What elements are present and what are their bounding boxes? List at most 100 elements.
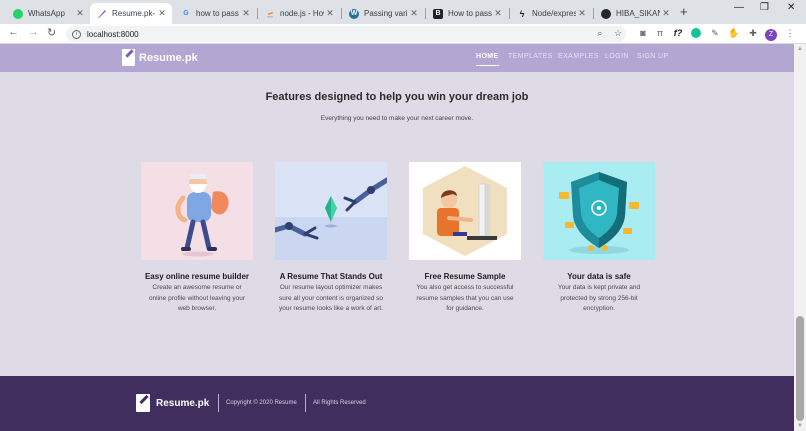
feature-desc-3: You also get access to successful resume… xyxy=(398,283,532,315)
tab-how-to-pass[interactable]: B How to pass v ✕ xyxy=(426,3,508,24)
scrollbar-thumb[interactable] xyxy=(796,316,804,421)
desc-line: Your data is kept private and xyxy=(557,284,641,291)
feature-desc-4: Your data is kept private and protected … xyxy=(532,283,666,315)
close-icon[interactable]: ✕ xyxy=(324,8,336,19)
pi-icon[interactable]: π xyxy=(654,28,666,38)
data-safe-shield-illustration xyxy=(543,162,655,260)
desc-line: online profile without leaving your xyxy=(148,294,246,302)
page-scrollbar[interactable]: ▲ ▼ xyxy=(794,44,806,431)
pen-tool-icon[interactable]: ✎ xyxy=(709,28,721,39)
kebab-menu-icon[interactable]: ⋮ xyxy=(784,28,796,39)
close-icon[interactable]: ✕ xyxy=(156,8,168,19)
web-page: Resume.pk HOME TEMPLATES EXAMPLES LOGIN … xyxy=(0,44,794,431)
scroll-down-icon[interactable]: ▼ xyxy=(797,423,803,429)
reload-icon[interactable]: ↻ xyxy=(47,26,56,39)
tab-title: HIBA_SIKAND xyxy=(616,9,660,18)
url-text: localhost:8000 xyxy=(87,29,139,39)
browser-toolbar: ← → ↻ i localhost:8000 ⌕ ☆ ◙ π f? ✎ ✋ ✚ … xyxy=(0,24,806,44)
close-icon[interactable]: ✕ xyxy=(492,8,504,19)
desc-line: encryption. xyxy=(583,305,615,312)
tab-strip: WhatsApp ✕ Resume.pk- H ✕ G how to pass … xyxy=(0,0,806,24)
close-icon[interactable]: ✕ xyxy=(660,8,672,19)
feature-desc-2: Our resume layout optimizer makes sure a… xyxy=(264,283,398,315)
bold-b-icon: B xyxy=(433,8,443,19)
back-icon[interactable]: ← xyxy=(8,26,19,38)
nav-templates[interactable]: TEMPLATES xyxy=(508,53,553,60)
desc-line: Our resume layout optimizer makes xyxy=(279,284,383,291)
desc-line: Create an awesome resume or xyxy=(152,284,242,291)
thumbs-up-icon[interactable]: ✋ xyxy=(728,28,740,39)
tab-title: node.js - How xyxy=(280,9,324,18)
forward-icon[interactable]: → xyxy=(28,26,39,38)
desc-line: your resume looks like a work of art. xyxy=(278,305,384,312)
close-icon[interactable]: ✕ xyxy=(408,8,420,19)
tab-title: Node/express xyxy=(532,9,576,18)
close-icon[interactable]: ✕ xyxy=(576,8,588,19)
stackoverflow-icon xyxy=(265,9,275,19)
desc-line: You also get access to successful xyxy=(416,284,514,291)
resume-builder-illustration xyxy=(141,162,253,260)
camera-icon[interactable]: ◙ xyxy=(637,28,649,38)
footer-rights: All Rights Reserved xyxy=(313,400,366,406)
tab-title: how to pass v xyxy=(196,9,240,18)
resume-sample-illustration xyxy=(409,162,521,260)
site-navbar: Resume.pk HOME TEMPLATES EXAMPLES LOGIN … xyxy=(0,44,794,72)
nav-signup[interactable]: SIGN UP xyxy=(637,53,669,60)
github-icon xyxy=(601,8,611,19)
tab-wordpress[interactable]: W Passing variab ✕ xyxy=(342,3,424,24)
tab-whatsapp[interactable]: WhatsApp ✕ xyxy=(6,3,90,24)
bookmark-star-icon[interactable]: ☆ xyxy=(612,28,624,39)
tab-resume-pk[interactable]: Resume.pk- H ✕ xyxy=(90,3,172,24)
nav-home[interactable]: HOME xyxy=(476,53,499,66)
resume-feather-icon xyxy=(97,9,107,19)
avatar[interactable]: Z xyxy=(765,28,777,41)
feature-desc-1: Create an awesome resume or online profi… xyxy=(130,283,264,315)
footer-brand-name: Resume.pk xyxy=(156,397,210,409)
close-icon[interactable]: ✕ xyxy=(240,8,252,19)
google-icon: G xyxy=(183,10,189,17)
resume-logo-icon xyxy=(122,49,135,66)
tab-github[interactable]: HIBA_SIKAND ✕ xyxy=(594,3,676,24)
tab-title: WhatsApp xyxy=(28,9,65,18)
footer-divider xyxy=(305,394,306,412)
browser-window: WhatsApp ✕ Resume.pk- H ✕ G how to pass … xyxy=(0,0,806,431)
lightning-icon: ϟ xyxy=(519,8,525,19)
footer-brand[interactable]: Resume.pk xyxy=(136,394,209,412)
restore-icon[interactable]: ❐ xyxy=(760,2,769,13)
desc-line: protected by strong 256-bit xyxy=(560,294,638,302)
desc-line: resume samples that you can use xyxy=(416,294,514,302)
resume-logo-icon xyxy=(136,394,150,412)
close-window-icon[interactable]: ✕ xyxy=(787,2,795,13)
desc-line: for guidance. xyxy=(446,305,484,312)
desc-line: sure all your content is organized so xyxy=(278,294,384,302)
site-brand[interactable]: Resume.pk xyxy=(122,49,198,66)
wordpress-icon: W xyxy=(349,8,359,19)
footer-divider xyxy=(218,394,219,412)
address-bar[interactable]: i localhost:8000 xyxy=(66,26,626,42)
features-heading: Features designed to help you win your d… xyxy=(265,91,529,103)
tab-stackoverflow[interactable]: node.js - How ✕ xyxy=(258,3,340,24)
close-icon[interactable]: ✕ xyxy=(74,8,86,19)
tab-title: Passing variab xyxy=(364,9,408,18)
tab-google-search[interactable]: G how to pass v ✕ xyxy=(174,3,256,24)
tab-node-express[interactable]: ϟ Node/express ✕ xyxy=(510,3,592,24)
nav-examples[interactable]: EXAMPLES xyxy=(558,53,599,60)
brand-name: Resume.pk xyxy=(139,51,198,64)
minimize-icon[interactable]: — xyxy=(734,2,744,13)
extensions-puzzle-icon[interactable]: ✚ xyxy=(747,28,759,39)
grammarly-icon[interactable] xyxy=(690,28,702,40)
feature-title-2: A Resume That Stands Out xyxy=(279,272,383,281)
robot-arms-illustration xyxy=(275,162,387,260)
info-icon[interactable]: i xyxy=(72,29,81,39)
nav-login[interactable]: LOGIN xyxy=(605,53,629,60)
features-subheading: Everything you need to make your next ca… xyxy=(320,115,474,122)
tab-title: How to pass v xyxy=(448,9,492,18)
footer-copyright: Copyright © 2020 Resume xyxy=(226,400,297,406)
function-icon[interactable]: f? xyxy=(672,28,684,38)
new-tab-icon[interactable]: + xyxy=(680,4,688,19)
feature-title-4: Your data is safe xyxy=(567,272,631,281)
zoom-icon[interactable]: ⌕ xyxy=(594,28,606,39)
scroll-up-icon[interactable]: ▲ xyxy=(797,46,803,52)
whatsapp-icon xyxy=(13,8,23,19)
feature-title-3: Free Resume Sample xyxy=(424,272,506,281)
